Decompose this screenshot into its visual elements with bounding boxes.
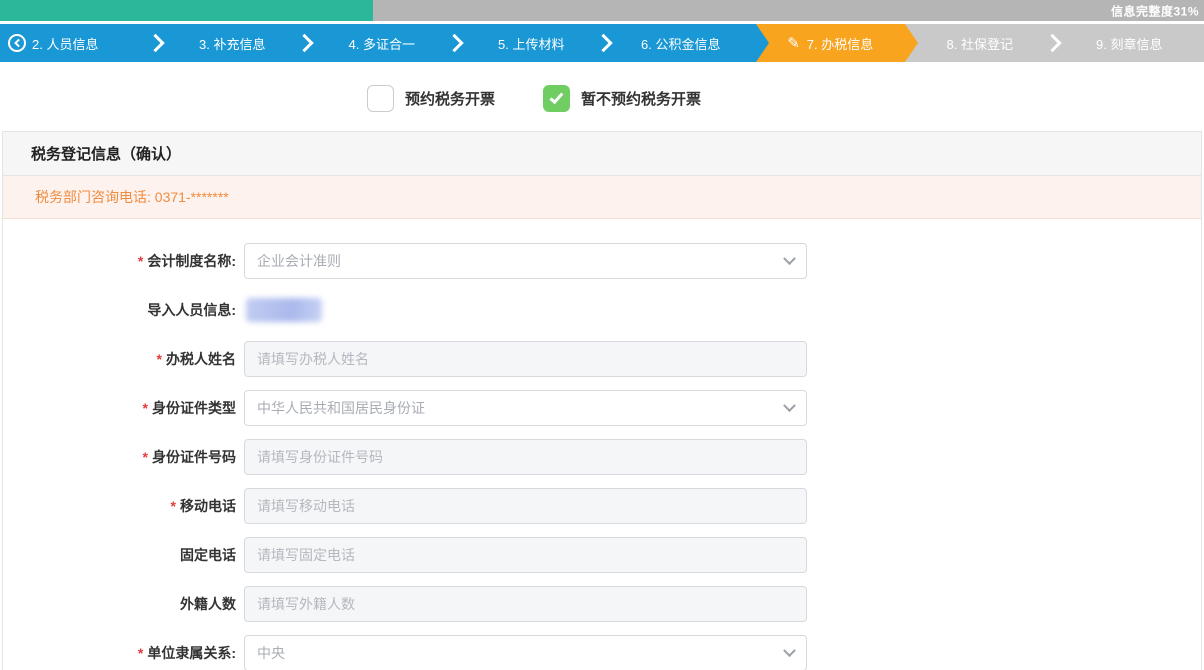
required-asterisk: * xyxy=(143,449,148,465)
required-asterisk: * xyxy=(157,351,162,367)
field-label: *会计制度名称: xyxy=(3,251,236,271)
completeness-label: 信息完整度31% xyxy=(1111,2,1199,19)
landline-phone-row: *固定电话 xyxy=(3,537,1201,573)
field-label: *外籍人数 xyxy=(3,594,236,614)
step-7-tax-info[interactable]: ✎ 7. 办税信息 xyxy=(756,24,906,62)
reserve-invoice-checkbox[interactable] xyxy=(367,85,394,112)
select-value: 企业会计准则 xyxy=(257,251,341,271)
field-label: *身份证件类型 xyxy=(3,398,236,418)
step-2-personnel-info[interactable]: 2. 人员信息 xyxy=(0,24,158,62)
select-value: 中央 xyxy=(257,643,285,663)
chevron-down-icon xyxy=(783,399,796,412)
field-label: *身份证件号码 xyxy=(3,447,236,467)
no-reserve-invoice-label: 暂不预约税务开票 xyxy=(581,88,701,109)
field-label: *办税人姓名 xyxy=(3,349,236,369)
field-label: *固定电话 xyxy=(3,545,236,565)
mobile-phone-input[interactable] xyxy=(244,488,807,524)
import-personnel-link-redacted[interactable] xyxy=(246,298,322,322)
tax-registration-panel: 税务登记信息（确认） 税务部门咨询电话: 0371-******* *会计制度名… xyxy=(2,131,1202,670)
required-asterisk: * xyxy=(138,253,143,269)
tax-registration-form: *会计制度名称: 企业会计准则 *导入人员信息: *办税人姓名 *身份证件类型 xyxy=(3,219,1201,670)
affiliation-row: *单位隶属关系: 中央 xyxy=(3,635,1201,670)
panel-title: 税务登记信息（确认） xyxy=(3,132,1201,176)
step-wizard-bar: 2. 人员信息 3. 补充信息 4. 多证合一 5. 上传材料 6. 公积金信息… xyxy=(0,24,1204,62)
import-personnel-row: *导入人员信息: xyxy=(3,292,1201,328)
foreign-staff-count-input[interactable] xyxy=(244,586,807,622)
accounting-system-row: *会计制度名称: 企业会计准则 xyxy=(3,243,1201,279)
step-4-multi-cert[interactable]: 4. 多证合一 xyxy=(307,24,457,62)
field-label: *移动电话 xyxy=(3,496,236,516)
required-asterisk: * xyxy=(138,645,143,661)
step-3-supplementary-info[interactable]: 3. 补充信息 xyxy=(158,24,308,62)
reserve-invoice-label: 预约税务开票 xyxy=(405,88,495,109)
chevron-down-icon xyxy=(783,252,796,265)
invoice-option-row: 预约税务开票 暂不预约税务开票 xyxy=(0,85,1136,112)
step-9-seal-info[interactable]: 9. 刻章信息 xyxy=(1055,24,1204,62)
accounting-system-select[interactable]: 企业会计准则 xyxy=(244,243,807,279)
tax-handler-name-row: *办税人姓名 xyxy=(3,341,1201,377)
required-asterisk: * xyxy=(143,400,148,416)
progress-fill xyxy=(0,0,373,21)
step-5-upload-materials[interactable]: 5. 上传材料 xyxy=(457,24,607,62)
required-asterisk: * xyxy=(171,498,176,514)
back-circle-icon[interactable] xyxy=(8,34,26,52)
foreign-staff-count-row: *外籍人数 xyxy=(3,586,1201,622)
id-type-row: *身份证件类型 中华人民共和国居民身份证 xyxy=(3,390,1201,426)
field-label: *单位隶属关系: xyxy=(3,643,236,663)
step-6-housing-fund-info[interactable]: 6. 公积金信息 xyxy=(606,24,756,62)
step-8-social-security[interactable]: 8. 社保登记 xyxy=(905,24,1055,62)
completeness-progress-bar: 信息完整度31% xyxy=(0,0,1204,21)
chevron-down-icon xyxy=(783,644,796,657)
pencil-icon: ✎ xyxy=(787,34,800,52)
tax-hotline-notice: 税务部门咨询电话: 0371-******* xyxy=(3,176,1201,219)
field-label: *导入人员信息: xyxy=(3,300,236,320)
id-type-select[interactable]: 中华人民共和国居民身份证 xyxy=(244,390,807,426)
mobile-phone-row: *移动电话 xyxy=(3,488,1201,524)
check-icon xyxy=(549,90,563,104)
no-reserve-invoice-checkbox[interactable] xyxy=(543,85,570,112)
select-value: 中华人民共和国居民身份证 xyxy=(257,398,425,418)
landline-phone-input[interactable] xyxy=(244,537,807,573)
tax-handler-name-input[interactable] xyxy=(244,341,807,377)
affiliation-select[interactable]: 中央 xyxy=(244,635,807,670)
id-number-row: *身份证件号码 xyxy=(3,439,1201,475)
id-number-input[interactable] xyxy=(244,439,807,475)
